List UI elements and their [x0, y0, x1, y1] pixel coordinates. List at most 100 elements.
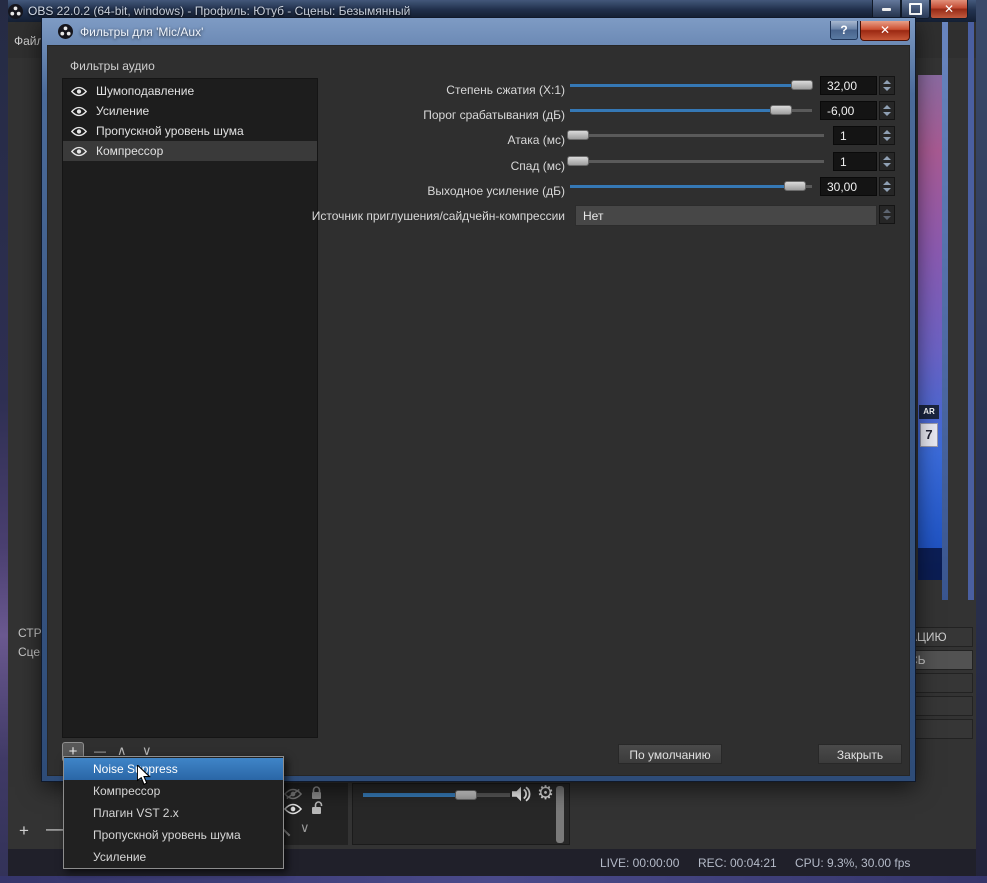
maximize-button[interactable]: [901, 0, 930, 19]
eye-slash-icon[interactable]: [284, 788, 302, 800]
scene-add-button[interactable]: +: [19, 822, 29, 839]
menu-item-noise-gate[interactable]: Пропускной уровень шума: [64, 824, 283, 846]
defaults-button[interactable]: По умолчанию: [618, 744, 722, 764]
slider-handle[interactable]: [784, 181, 806, 191]
stop-recording-button-fragment[interactable]: СЬ: [906, 650, 973, 670]
threshold-value[interactable]: -6,00: [820, 101, 877, 120]
dialog-title: Фильтры для 'Mic/Aux': [80, 25, 203, 39]
start-streaming-button-fragment[interactable]: АЦИЮ: [906, 627, 973, 647]
eye-icon[interactable]: [71, 106, 87, 117]
control-button[interactable]: [906, 719, 973, 739]
release-spinner[interactable]: [879, 152, 895, 171]
slider-handle[interactable]: [567, 156, 589, 166]
volume-slider[interactable]: [363, 793, 510, 797]
window-left-border: [0, 0, 8, 883]
filter-row-gain[interactable]: Усиление: [63, 101, 317, 121]
eye-icon[interactable]: [71, 86, 87, 97]
attack-value[interactable]: 1: [833, 126, 877, 145]
threshold-spinner[interactable]: [879, 101, 895, 120]
status-cpu-fps: CPU: 9.3%, 30.00 fps: [795, 856, 910, 870]
window-bottom-border: [0, 876, 987, 883]
main-window-inner-border: [968, 22, 974, 600]
sidechain-select[interactable]: Нет: [575, 205, 877, 226]
filter-row-compressor[interactable]: Компрессор: [63, 141, 317, 161]
spinner-up-icon[interactable]: [883, 130, 891, 134]
attack-spinner[interactable]: [879, 126, 895, 145]
dialog-content: Фильтры аудио Шумоподавление Усиление Пр…: [47, 45, 910, 776]
spinner-down-icon[interactable]: [883, 216, 891, 220]
ratio-label: Степень сжатия (X:1): [287, 83, 565, 101]
close-dialog-button[interactable]: Закрыть: [818, 744, 902, 764]
threshold-label: Порог срабатывания (дБ): [287, 108, 565, 126]
mouse-cursor: [137, 765, 151, 786]
spinner-up-icon[interactable]: [883, 156, 891, 160]
minimize-button[interactable]: [872, 0, 901, 19]
filters-dialog: Фильтры для 'Mic/Aux' ? ✕ Фильтры аудио …: [42, 18, 915, 781]
output-gain-spinner[interactable]: [879, 177, 895, 196]
output-gain-slider[interactable]: [570, 177, 812, 196]
menu-item-vst-plugin[interactable]: Плагин VST 2.x: [64, 802, 283, 824]
filter-row-noise-gate[interactable]: Пропускной уровень шума: [63, 121, 317, 141]
gear-icon[interactable]: ⚙: [537, 784, 554, 803]
status-rec: REC: 00:04:21: [698, 856, 777, 870]
scene-remove-button[interactable]: —: [46, 820, 63, 837]
slider-handle[interactable]: [770, 105, 792, 115]
volume-slider-handle[interactable]: [455, 790, 477, 800]
preview-window-border: [942, 22, 948, 600]
attack-slider[interactable]: [570, 126, 824, 145]
release-value[interactable]: 1: [833, 152, 877, 171]
unlock-icon[interactable]: [310, 801, 325, 815]
menu-item-noise-suppress[interactable]: Noise Suppress: [64, 758, 283, 780]
attack-label: Атака (мс): [287, 133, 565, 151]
release-slider[interactable]: [570, 152, 824, 171]
video-preview-sliver: [918, 75, 942, 580]
spinner-down-icon[interactable]: [883, 87, 891, 91]
dialog-help-button[interactable]: ?: [830, 21, 858, 40]
filter-name: Пропускной уровень шума: [96, 124, 244, 138]
control-button[interactable]: [906, 673, 973, 693]
spinner-down-icon[interactable]: [883, 112, 891, 116]
maximize-icon: [909, 3, 922, 15]
slider-handle[interactable]: [567, 130, 589, 140]
release-label: Спад (мс): [287, 159, 565, 177]
preview-taskbar: [918, 548, 942, 580]
eye-icon[interactable]: [71, 146, 87, 157]
menu-file[interactable]: Файл: [14, 34, 44, 48]
window-right-border: [976, 0, 987, 883]
mixer-scrollbar[interactable]: [556, 786, 564, 843]
sidechain-spinner[interactable]: [879, 205, 895, 224]
eye-icon[interactable]: [284, 803, 302, 815]
filters-list-label: Фильтры аудио: [70, 59, 155, 73]
speaker-icon[interactable]: [510, 785, 532, 803]
spinner-up-icon[interactable]: [883, 181, 891, 185]
lock-icon[interactable]: [310, 786, 323, 800]
obs-logo-icon: [58, 24, 73, 39]
add-filter-context-menu: Noise Suppress Компрессор Плагин VST 2.x…: [63, 756, 284, 869]
output-gain-value[interactable]: 30,00: [820, 177, 877, 196]
threshold-slider[interactable]: [570, 101, 812, 120]
minimize-icon: [882, 8, 891, 11]
spinner-up-icon[interactable]: [883, 80, 891, 84]
dialog-close-button[interactable]: ✕: [860, 21, 910, 41]
chevron-down-icon[interactable]: ∨: [300, 821, 310, 836]
preview-desktop-icon-7: 7: [920, 423, 938, 447]
filter-name: Компрессор: [96, 144, 163, 158]
spinner-up-icon[interactable]: [883, 209, 891, 213]
spinner-down-icon[interactable]: [883, 188, 891, 192]
spinner-up-icon[interactable]: [883, 105, 891, 109]
sidechain-label: Источник приглушения/сайдчейн-компрессии: [287, 209, 565, 227]
menu-item-gain[interactable]: Усиление: [64, 846, 283, 868]
spinner-down-icon[interactable]: [883, 163, 891, 167]
close-button[interactable]: ✕: [930, 0, 968, 19]
ratio-slider[interactable]: [570, 76, 812, 95]
close-icon: ✕: [944, 2, 954, 16]
spinner-down-icon[interactable]: [883, 137, 891, 141]
eye-icon[interactable]: [71, 126, 87, 137]
filter-name: Усиление: [96, 104, 149, 118]
ratio-value[interactable]: 32,00: [820, 76, 877, 95]
slider-handle[interactable]: [791, 80, 813, 90]
ratio-spinner[interactable]: [879, 76, 895, 95]
control-button[interactable]: [906, 696, 973, 716]
menu-item-compressor[interactable]: Компрессор: [64, 780, 283, 802]
filter-row-noise-suppression[interactable]: Шумоподавление: [63, 81, 317, 101]
